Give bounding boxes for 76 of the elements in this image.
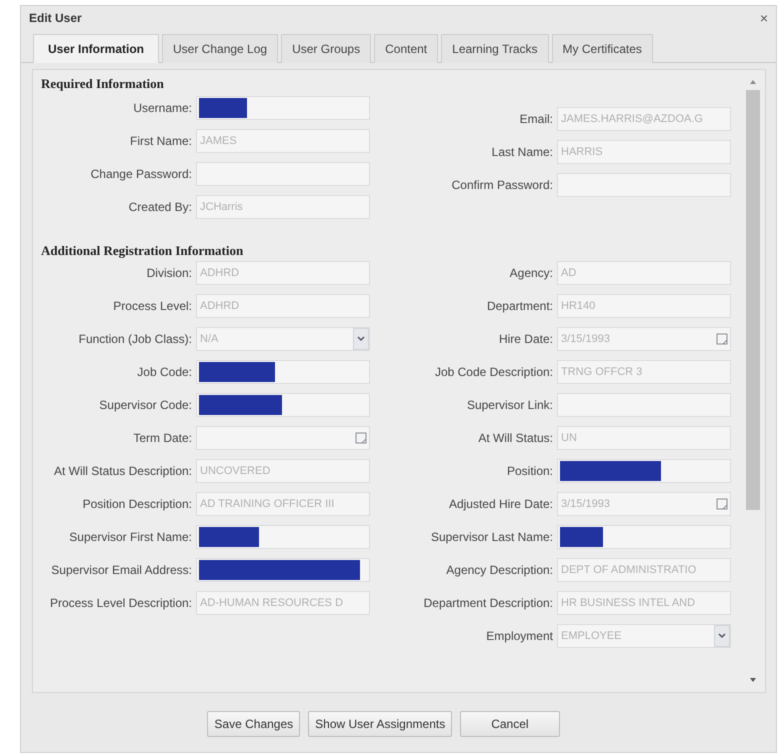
field-label: Department: [486,298,553,313]
field-label: Supervisor Link: [466,397,553,412]
field-label: Adjusted Hire Date: [448,496,553,511]
input-field[interactable]: HARRIS [557,140,731,164]
field-label: At Will Status: [477,430,553,445]
dropdown-field[interactable]: N/A [196,327,370,351]
input-field[interactable]: HR140 [557,294,731,318]
field-label: Last Name: [490,144,553,159]
input-field[interactable] [557,459,731,483]
field-label: First Name: [128,133,192,148]
field-label: Supervisor First Name: [68,529,192,544]
tab[interactable]: My Certificates [552,34,653,63]
input-field[interactable]: JCHarris [196,195,370,219]
chevron-down-icon [714,625,730,647]
input-field[interactable] [196,393,370,417]
section-heading: Required Information [41,76,165,92]
input-field[interactable] [196,162,370,186]
field-label: Supervisor Last Name: [430,529,553,544]
field-label: Change Password: [90,166,192,181]
tab[interactable]: User Change Log [162,34,278,63]
input-field[interactable] [196,360,370,384]
dialog-button[interactable]: Show User Assignments [308,711,452,737]
input-field[interactable]: ADHRD [196,261,370,285]
field-label: Supervisor Email Address: [50,562,192,577]
field-label: Username: [132,100,192,115]
field-label: Employment [485,628,553,643]
field-label: Process Level Description: [48,595,192,610]
field-label: Supervisor Code: [98,397,192,412]
input-field[interactable]: AD [557,261,731,285]
date-field[interactable]: 3/15/1993 [557,492,731,516]
dropdown-field[interactable]: EMPLOYEE [557,624,731,648]
input-field[interactable]: AD TRAINING OFFICER III [196,492,370,516]
input-field[interactable]: TRNG OFFCR 3 [557,360,731,384]
input-field[interactable] [557,525,731,549]
input-field[interactable] [196,558,370,582]
field-label: Department Description: [422,595,553,610]
tab[interactable]: Content [374,34,438,63]
input-field[interactable]: UNCOVERED [196,459,370,483]
field-label: Function (Job Class): [78,331,192,346]
field-label: Agency Description: [445,562,553,577]
input-field[interactable] [196,96,370,120]
field-label: Term Date: [132,430,192,445]
input-field[interactable]: JAMES.HARRIS@AZDOA.G [557,107,731,131]
tab[interactable]: Learning Tracks [441,34,549,63]
date-field[interactable]: 3/15/1993 [557,327,731,351]
input-field[interactable]: ADHRD [196,294,370,318]
field-label: Hire Date: [498,331,553,346]
close-button[interactable]: × [756,10,772,26]
dialog-button[interactable]: Cancel [460,711,560,737]
input-field[interactable]: DEPT OF ADMINISTRATIO [557,558,731,582]
field-label: Email: [518,111,553,126]
date-field[interactable] [196,426,370,450]
section-heading: Additional Registration Information [41,243,244,259]
field-label: Position: [506,463,553,478]
input-field[interactable] [557,393,731,417]
field-label: At Will Status Description: [52,463,192,478]
input-field[interactable] [196,525,370,549]
field-label: Position Description: [82,496,192,511]
input-field[interactable]: AD-HUMAN RESOURCES D [196,591,370,615]
field-label: Job Code: [136,364,192,379]
tab[interactable]: User Information [33,34,160,63]
field-label: Confirm Password: [450,177,553,192]
field-label: Created By: [128,199,192,214]
input-field[interactable]: JAMES [196,129,370,153]
window-title: Edit User [29,11,82,25]
scrollbar-thumb[interactable] [746,90,760,510]
input-field[interactable] [557,173,731,197]
tab[interactable]: User Groups [281,34,372,63]
chevron-down-icon [353,328,369,350]
field-label: Agency: [508,265,553,280]
field-label: Division: [146,265,192,280]
input-field[interactable]: UN [557,426,731,450]
field-label: Process Level: [112,298,192,313]
input-field[interactable]: HR BUSINESS INTEL AND [557,591,731,615]
field-label: Job Code Description: [434,364,553,379]
dialog-button[interactable]: Save Changes [207,711,300,737]
